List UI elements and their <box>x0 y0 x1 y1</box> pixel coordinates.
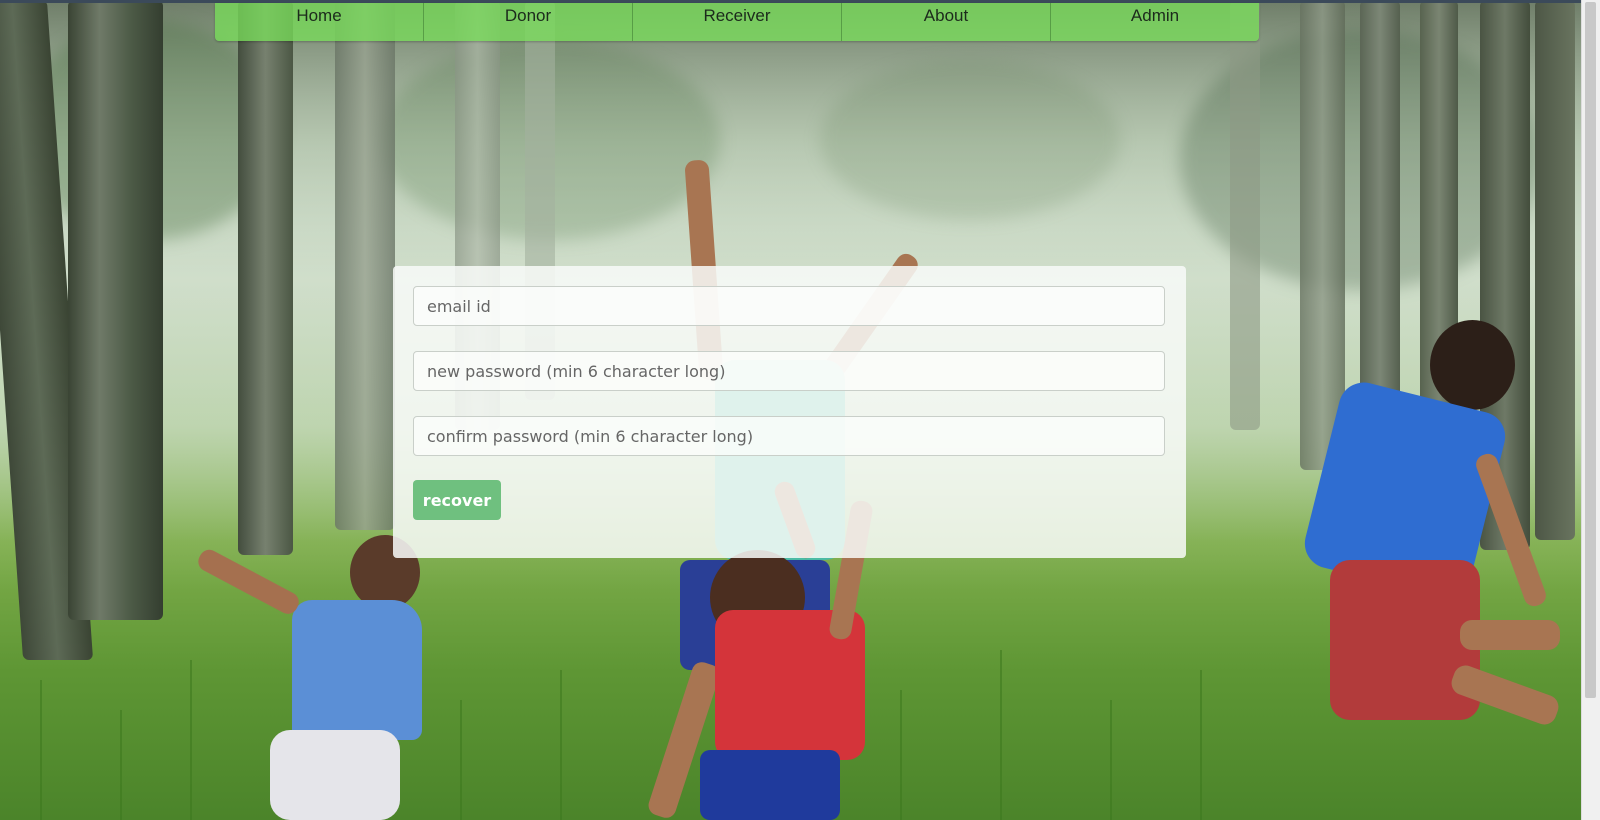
nav-about[interactable]: About <box>842 3 1051 41</box>
main-nav: Home Donor Receiver About Admin <box>215 3 1259 41</box>
nav-donor[interactable]: Donor <box>424 3 633 41</box>
confirm-password-field[interactable] <box>413 416 1165 456</box>
new-password-field[interactable] <box>413 351 1165 391</box>
recover-button[interactable]: recover <box>413 480 501 520</box>
nav-admin[interactable]: Admin <box>1051 3 1259 41</box>
vertical-scrollbar[interactable] <box>1581 0 1600 820</box>
recover-form-card: recover <box>393 266 1186 558</box>
nav-home[interactable]: Home <box>215 3 424 41</box>
scrollbar-thumb[interactable] <box>1585 2 1596 698</box>
email-field[interactable] <box>413 286 1165 326</box>
nav-receiver[interactable]: Receiver <box>633 3 842 41</box>
